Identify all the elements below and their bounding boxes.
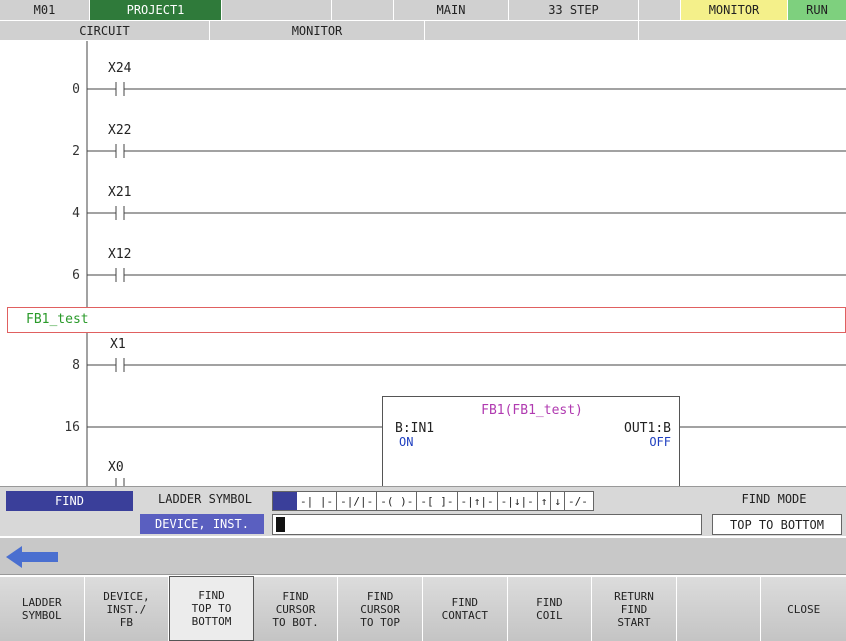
run-indicator: RUN — [788, 0, 846, 20]
fb-title: FB1(FB1_test) — [481, 403, 583, 418]
status-bar: M01 PROJECT1 MAIN 33 STEP MONITOR RUN — [0, 0, 846, 20]
contact-device[interactable]: X24 — [108, 61, 131, 76]
contact-device[interactable]: X21 — [108, 185, 131, 200]
function-block[interactable]: FB1(FB1_test) B:IN1 ON OUT1:B OFF — [382, 396, 680, 486]
fb-output-state: OFF — [649, 435, 671, 449]
find-contact-button[interactable]: FIND CONTACT — [422, 576, 508, 641]
step-number: 6 — [72, 268, 80, 283]
function-key-bar: LADDER SYMBOL DEVICE, INST./ FB FIND TOP… — [0, 576, 846, 641]
sub-blank-1 — [425, 21, 639, 40]
find-top-to-bottom-button[interactable]: FIND TOP TO BOTTOM — [169, 576, 254, 641]
find-label: FIND — [6, 491, 133, 511]
symbol-coil-icon[interactable]: -( )- — [377, 492, 418, 510]
symbol-no-contact-icon[interactable]: -| |- — [297, 492, 338, 510]
header-blank-1 — [222, 0, 332, 20]
step-number: 8 — [72, 358, 80, 373]
program-label: MAIN — [394, 0, 509, 20]
contact-device[interactable]: X1 — [110, 337, 126, 352]
ladder-symbol-label: LADDER SYMBOL — [158, 492, 252, 506]
navigation-row — [0, 537, 846, 575]
text-cursor — [276, 517, 285, 532]
symbol-selection[interactable] — [273, 492, 297, 510]
machine-label: M01 — [0, 0, 90, 20]
find-coil-button[interactable]: FIND COIL — [507, 576, 593, 641]
return-find-start-button[interactable]: RETURN FIND START — [592, 576, 677, 641]
header-blank-3 — [639, 0, 681, 20]
symbol-instruction-icon[interactable]: -[ ]- — [417, 492, 458, 510]
find-cursor-to-top-button[interactable]: FIND CURSOR TO TOP — [338, 576, 423, 641]
fb-block-name: FB1_test — [26, 312, 89, 327]
find-panel: FIND LADDER SYMBOL DEVICE, INST. -| |- -… — [0, 486, 846, 536]
find-mode-label: FIND MODE — [741, 492, 807, 506]
device-inst-input[interactable] — [272, 514, 702, 535]
device-inst-fb-button[interactable]: DEVICE, INST./ FB — [84, 576, 170, 641]
symbol-up-arrow-icon[interactable]: ↑ — [538, 492, 552, 510]
symbol-falling-edge-icon[interactable]: -|↓|- — [498, 492, 538, 510]
find-mode-value[interactable]: TOP TO BOTTOM — [712, 514, 842, 535]
contact-device[interactable]: X12 — [108, 247, 131, 262]
step-number: 2 — [72, 144, 80, 159]
find-cursor-to-bottom-button[interactable]: FIND CURSOR TO BOT. — [253, 576, 339, 641]
empty-function-key[interactable] — [676, 576, 762, 641]
back-arrow-icon[interactable] — [6, 546, 58, 568]
fb-input-label: B:IN1 — [395, 421, 435, 436]
step-number: 16 — [64, 420, 80, 435]
sub-status-bar: CIRCUIT MONITOR — [0, 20, 846, 40]
ladder-symbol-button[interactable]: LADDER SYMBOL — [0, 576, 85, 641]
close-button[interactable]: CLOSE — [761, 576, 846, 641]
circuit-label: CIRCUIT — [0, 21, 210, 40]
header-blank-2 — [332, 0, 394, 20]
project-label: PROJECT1 — [90, 0, 222, 20]
contact-device[interactable]: X0 — [108, 460, 124, 475]
ladder-view[interactable]: 0 X24 2 X22 4 X21 6 X12 FB1_test 8 X1 16… — [0, 41, 846, 486]
step-number: 4 — [72, 206, 80, 221]
step-number: 0 — [72, 82, 80, 97]
fb-input-state: ON — [399, 435, 414, 449]
monitor-label: MONITOR — [210, 21, 425, 40]
sub-blank-2 — [639, 21, 846, 40]
symbol-invert-icon[interactable]: -/- — [565, 492, 591, 510]
fb-output-label: OUT1:B — [624, 421, 671, 436]
device-inst-label[interactable]: DEVICE, INST. — [140, 514, 264, 534]
mode-indicator: MONITOR — [681, 0, 788, 20]
symbol-down-arrow-icon[interactable]: ↓ — [551, 492, 565, 510]
ladder-symbol-selector[interactable]: -| |- -|/|- -( )- -[ ]- -|↑|- -|↓|- ↑ ↓ … — [272, 491, 594, 511]
step-count: 33 STEP — [509, 0, 639, 20]
contact-device[interactable]: X22 — [108, 123, 131, 138]
symbol-nc-contact-icon[interactable]: -|/|- — [337, 492, 378, 510]
fb-block-bar[interactable]: FB1_test — [7, 307, 846, 333]
symbol-rising-edge-icon[interactable]: -|↑|- — [458, 492, 498, 510]
